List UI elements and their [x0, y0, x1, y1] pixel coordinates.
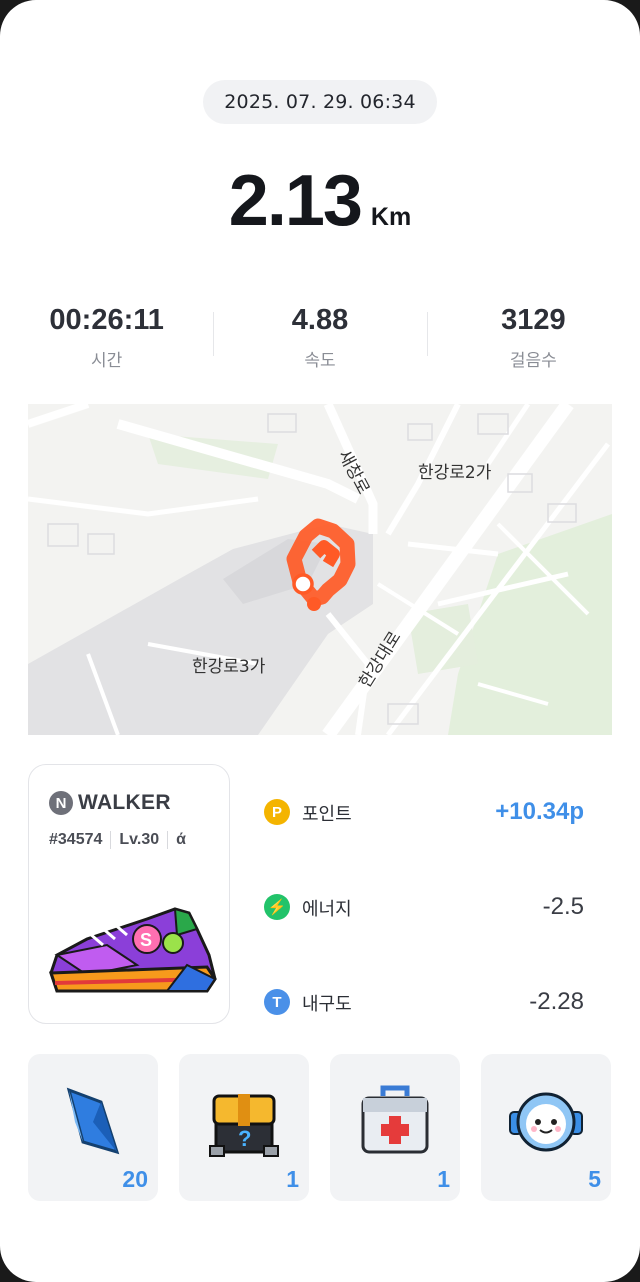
item-crystal[interactable]: 20: [28, 1054, 158, 1201]
tag-divider: [110, 831, 112, 849]
stat-speed: 4.88 속도: [213, 300, 426, 380]
brand-logo-icon: N: [49, 791, 73, 815]
distance-value: 2.13: [228, 161, 363, 241]
shoe-tags: #34574 Lv.30 ά: [49, 831, 186, 849]
item-first-aid-qty: 1: [437, 1166, 450, 1192]
reward-energy-value: -2.5: [542, 893, 584, 920]
shoe-level: Lv.30: [119, 831, 160, 848]
mystery-box-icon: ?: [209, 1094, 279, 1157]
reward-energy: ⚡ 에너지 -2.5: [264, 883, 594, 978]
item-robot[interactable]: 5: [481, 1054, 611, 1201]
map-label-hangangro2ga: 한강로2가: [418, 463, 492, 483]
item-crystal-qty: 20: [122, 1166, 148, 1192]
energy-bolt-icon: ⚡: [264, 894, 290, 920]
shoe-brand: N WALKER: [49, 791, 171, 815]
start-marker: [292, 573, 314, 595]
reward-points: P 포인트 +10.34p: [264, 788, 594, 883]
stat-steps-value: 3129: [501, 304, 566, 336]
distance-unit: Km: [370, 203, 412, 231]
map-canvas: 한강로2가 한강로3가 새창로 한강대로: [28, 404, 612, 735]
shoe-card[interactable]: N WALKER #34574 Lv.30 ά S: [28, 764, 230, 1024]
tag-divider: [167, 831, 169, 849]
reward-energy-label: 에너지: [302, 899, 352, 920]
shoe-badge: ά: [176, 831, 186, 848]
reward-durability-value: -2.28: [529, 988, 584, 1015]
item-mystery-box-qty: 1: [286, 1166, 299, 1192]
stat-steps-label: 걸음수: [509, 351, 557, 371]
workout-result-sheet: 2025. 07. 29. 06:34 2.13 Km 00:26:11 시간 …: [0, 0, 640, 1282]
stat-speed-label: 속도: [304, 351, 336, 371]
distance-display: 2.13 Km: [0, 160, 640, 250]
svg-text:?: ?: [238, 1126, 251, 1151]
stat-time: 00:26:11 시간: [0, 300, 213, 380]
robot-head-icon: [509, 1092, 583, 1152]
durability-icon: T: [264, 989, 290, 1015]
map-label-hangangro3ga: 한강로3가: [192, 657, 266, 677]
shoe-id: #34574: [49, 831, 103, 848]
item-robot-qty: 5: [588, 1166, 601, 1192]
first-aid-kit-icon: [361, 1085, 429, 1154]
stat-time-value: 00:26:11: [49, 304, 164, 336]
workout-datetime: 2025. 07. 29. 06:34: [203, 80, 437, 124]
route-map[interactable]: 한강로2가 한강로3가 새창로 한강대로: [28, 404, 612, 735]
rewards-list: P 포인트 +10.34p ⚡ 에너지 -2.5 T 내구도 -2.28: [264, 788, 594, 1073]
reward-durability-label: 내구도: [302, 994, 352, 1015]
stat-steps: 3129 걸음수: [426, 300, 640, 380]
reward-points-label: 포인트: [302, 804, 352, 825]
stat-speed-value: 4.88: [291, 304, 349, 336]
reward-points-value: +10.34p: [495, 798, 584, 825]
item-first-aid[interactable]: 1: [330, 1054, 460, 1201]
shoe-type-label: WALKER: [78, 791, 171, 814]
blue-crystal-icon: [66, 1087, 120, 1155]
stat-time-label: 시간: [91, 351, 123, 371]
stats-row: 00:26:11 시간 4.88 속도 3129 걸음수: [0, 300, 640, 380]
item-rewards: 20 ? 1 1 5: [28, 1054, 612, 1201]
item-mystery-box[interactable]: ? 1: [179, 1054, 309, 1201]
point-coin-icon: P: [264, 799, 290, 825]
sneaker-icon: S: [48, 907, 217, 993]
svg-text:S: S: [140, 930, 152, 950]
